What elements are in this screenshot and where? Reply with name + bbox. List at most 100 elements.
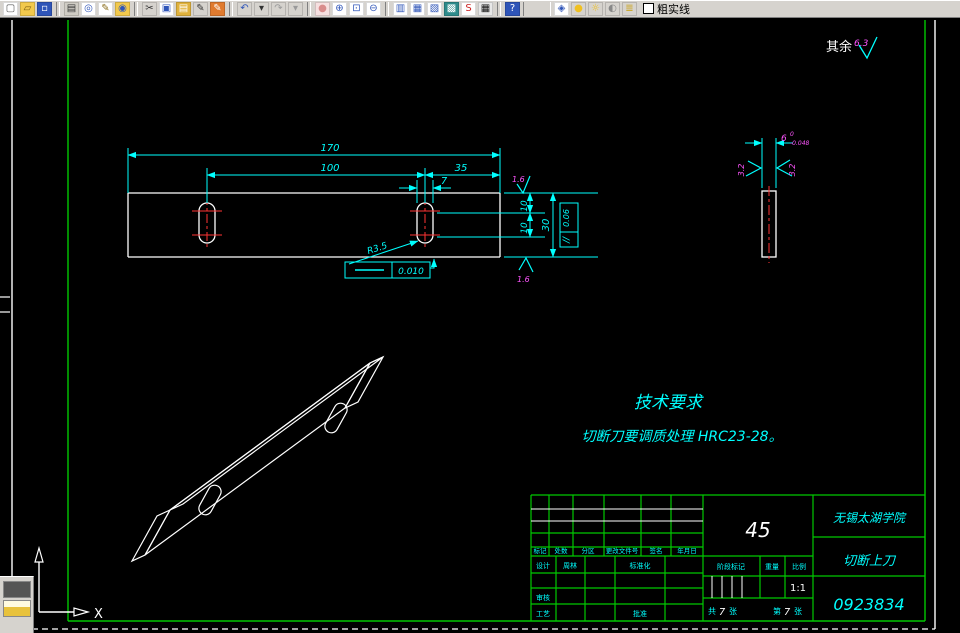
block-attributes-icon[interactable]: S (461, 1, 476, 16)
docked-panel (0, 576, 34, 633)
layer-freeze-sun-icon[interactable]: ☼ (588, 1, 603, 16)
drawing-canvas[interactable]: 其余 6.3 170 100 35 7 10 10 30 R3.5 0.06 /… (0, 20, 960, 633)
undo-dropdown-icon[interactable]: ▾ (254, 1, 269, 16)
drawing-sheet: 其余 6.3 170 100 35 7 10 10 30 R3.5 0.06 /… (0, 20, 936, 633)
copy-icon[interactable]: ▣ (159, 1, 174, 16)
roughness-symbol-icon (518, 256, 534, 273)
main-toolbar: ▢ ▱ ▫ ▤ ◎ ✎ ◉ ✂ ▣ ▤ ✎ ✎ ↶ ▾ ↷ ▾ ● ⊕ ⊡ ⊖ ▥ ▦ ▧ ▩ S ▦? ◈ ● ☼ ◐ ≣ 粗实线 (0, 0, 960, 18)
cad-application-window: ▢ ▱ ▫ ▤ ◎ ✎ ◉ ✂ ▣ ▤ ✎ ✎ ↶ ▾ ↷ ▾ ● ⊕ ⊡ ⊖ ▥ ▦ ▧ ▩ S ▦? ◈ ● ☼ ◐ ≣ 粗实线 (0, 0, 960, 633)
layer-selector[interactable]: 粗实线 (640, 1, 690, 17)
properties-icon[interactable]: ▥ (393, 1, 408, 16)
dim-seg2: 10 (520, 222, 530, 234)
sheet-set-manager-icon[interactable]: ▦ (410, 1, 425, 16)
sheet-page-suffix: 张 (794, 607, 802, 616)
dim-slot-width: 7 (441, 176, 448, 187)
iso-slot-right (324, 402, 348, 434)
print-icon[interactable]: ▤ (64, 1, 79, 16)
rev-header-date: 年月日 (677, 546, 697, 555)
weight-label: 重量 (765, 563, 779, 571)
layers-icon[interactable]: ◈ (554, 1, 569, 16)
layer-lock-icon[interactable]: ≣ (622, 1, 637, 16)
save-file-icon[interactable]: ▫ (37, 1, 52, 16)
side-view: 6 0 -0.048 3.2 3.2 (737, 131, 810, 263)
front-view: 170 100 35 7 10 10 30 R3.5 0.06 // 0.010… (127, 143, 598, 284)
surface-note-label: 其余 (826, 39, 852, 55)
toolbar-separator (134, 1, 138, 16)
rev-header-sign: 签名 (650, 546, 663, 555)
parallelism-symbol: // (562, 236, 572, 244)
toolbar-separator (497, 1, 501, 16)
print-preview-icon[interactable]: ◎ (81, 1, 96, 16)
design-label: 设计 (536, 561, 550, 570)
surface-finish-note: 其余 6.3 (826, 36, 878, 60)
ucs-icon: X (34, 545, 103, 622)
layer-name-label[interactable]: 粗实线 (657, 1, 690, 17)
dim-thickness: 6 (781, 134, 787, 144)
flatness-value: 0.010 (398, 267, 424, 277)
paste-icon[interactable]: ▤ (176, 1, 191, 16)
toolbar-separator (307, 1, 311, 16)
dimension-lines (127, 151, 557, 265)
sheet-total: 7 (719, 607, 726, 618)
publish-web-icon[interactable]: ◉ (115, 1, 130, 16)
scale-value: 1:1 (790, 583, 806, 594)
drawing-number: 0923834 (833, 595, 904, 614)
markup-set-manager-icon[interactable]: ▧ (427, 1, 442, 16)
approve-label: 批准 (633, 609, 647, 618)
plot-style-icon[interactable]: ✎ (98, 1, 113, 16)
edit-block-icon[interactable]: ✎ (210, 1, 225, 16)
tech-req-title: 技术要求 (634, 393, 704, 413)
technical-requirements: 技术要求 切断刀要调质处理 HRC23-28。 (581, 393, 782, 445)
open-file-icon[interactable]: ▱ (20, 1, 35, 16)
rev-header-file: 更改文件号 (606, 546, 639, 555)
roughness-symbol-icon (745, 160, 763, 177)
toolbar-separator (523, 1, 551, 16)
tech-req-line: 切断刀要调质处理 HRC23-28。 (581, 429, 782, 445)
ucs-x-label: X (94, 607, 103, 622)
new-file-icon[interactable]: ▢ (3, 1, 18, 16)
dim-hole-span: 100 (320, 163, 339, 174)
sheet-page: 7 (784, 607, 791, 618)
dock-tool-icon[interactable] (2, 581, 31, 598)
cut-icon[interactable]: ✂ (142, 1, 157, 16)
standardization-label: 标准化 (630, 561, 651, 570)
rough-left-value: 3.2 (737, 164, 746, 177)
layer-on-bulb-icon[interactable]: ● (571, 1, 586, 16)
layer-plot-icon[interactable]: ◐ (605, 1, 620, 16)
zoom-window-icon[interactable]: ⊡ (349, 1, 364, 16)
zoom-previous-icon[interactable]: ⊖ (366, 1, 381, 16)
zoom-realtime-icon[interactable]: ⊕ (332, 1, 347, 16)
dim-seg1: 10 (520, 200, 530, 212)
title-block: 45 无锡太湖学院 切断上刀 0923834 阶段标记 重量 比例 1:1 共 … (530, 494, 925, 621)
dim-thickness-lower: -0.048 (790, 140, 810, 147)
undo-icon[interactable]: ↶ (237, 1, 252, 16)
pan-icon[interactable]: ● (315, 1, 330, 16)
toolbar-separator (385, 1, 389, 16)
scale-label: 比例 (792, 562, 806, 571)
centerlines (192, 196, 440, 250)
parallelism-value: 0.06 (562, 209, 571, 227)
quick-calc-icon[interactable]: ▦ (478, 1, 493, 16)
layer-color-swatch[interactable] (643, 3, 654, 14)
dock-palette-icon[interactable] (2, 600, 31, 617)
sheet-frame (0, 20, 936, 633)
render-icon[interactable]: ▩ (444, 1, 459, 16)
dim-edge-offset: 35 (455, 163, 468, 174)
match-properties-icon[interactable]: ✎ (193, 1, 208, 16)
organization-name: 无锡太湖学院 (833, 511, 907, 525)
redo-icon[interactable]: ↷ (271, 1, 286, 16)
flatness-frame: 0.010 (344, 258, 438, 279)
sheet-total-suffix: 张 (729, 607, 737, 616)
rev-header-mark: 标记 (534, 546, 548, 555)
front-view-outline (127, 192, 501, 258)
rev-header-zone: 分区 (582, 546, 596, 555)
rough-bottom-value: 1.6 (517, 275, 530, 284)
redo-dropdown-icon[interactable]: ▾ (288, 1, 303, 16)
dim-thickness-upper: 0 (790, 131, 794, 138)
check-label: 审核 (536, 593, 550, 602)
help-icon[interactable]: ? (505, 1, 520, 16)
design-signature: 周林 (563, 561, 577, 570)
dim-length: 170 (320, 143, 339, 154)
stage-label: 阶段标记 (717, 562, 745, 571)
isometric-view (130, 355, 385, 563)
